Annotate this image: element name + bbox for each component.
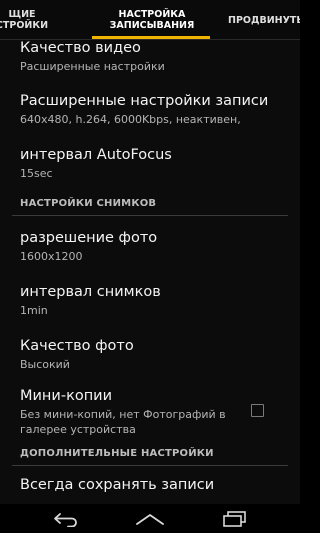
- setting-video-quality[interactable]: Качество видео Расширенные настройки: [20, 40, 290, 74]
- setting-title: Мини-копии: [20, 388, 113, 404]
- setting-summary: Расширенные настройки: [20, 60, 165, 73]
- section-header-photo: НАСТРОЙКИ СНИМКОВ: [20, 198, 157, 209]
- setting-thumbnails[interactable]: Мини-копии Без мини-копий, нет Фотографи…: [20, 388, 290, 437]
- setting-photo-quality[interactable]: Качество фото Высокий: [20, 338, 290, 372]
- setting-title: Качество видео: [20, 40, 141, 56]
- section-header-extra: ДОПОЛНИТЕЛЬНЫЕ НАСТРОЙКИ: [20, 448, 214, 459]
- setting-summary: Высокий: [20, 358, 70, 371]
- setting-autofocus-interval[interactable]: интервал AutoFocus 15sec: [20, 147, 290, 181]
- setting-title: интервал снимков: [20, 284, 161, 300]
- setting-always-save[interactable]: Всегда сохранять записи: [20, 477, 290, 494]
- home-button[interactable]: [130, 508, 170, 530]
- system-nav-bar: [0, 504, 300, 533]
- setting-title: разрешение фото: [20, 230, 158, 246]
- tab-recording-settings[interactable]: НАСТРОЙКА ЗАПИСЫВАНИЯ: [92, 0, 212, 40]
- setting-photo-interval[interactable]: интервал снимков 1min: [20, 284, 290, 318]
- section-divider: [12, 215, 288, 216]
- setting-summary: 640x480, h.264, 6000Kbps, неактивен,: [20, 113, 241, 126]
- section-divider: [12, 465, 288, 466]
- home-icon: [136, 514, 164, 525]
- setting-title: интервал AutoFocus: [20, 147, 172, 163]
- thumbnails-checkbox[interactable]: [251, 404, 264, 417]
- back-icon: [54, 513, 77, 527]
- setting-summary: 1min: [20, 304, 48, 317]
- tab-general-settings[interactable]: ЩИЕ СТРОЙКИ: [0, 0, 58, 40]
- setting-summary: Без мини-копий, нет Фотографий в галерее…: [20, 408, 226, 436]
- back-button[interactable]: [46, 508, 86, 530]
- setting-title: Расширенные настройки записи: [20, 93, 269, 109]
- setting-summary: 1600x1200: [20, 250, 83, 263]
- setting-advanced-record[interactable]: Расширенные настройки записи 640x480, h.…: [20, 93, 290, 127]
- setting-summary: 15sec: [20, 167, 53, 180]
- tab-bar: ЩИЕ СТРОЙКИ НАСТРОЙКА ЗАПИСЫВАНИЯ ПРОДВИ…: [0, 0, 300, 40]
- setting-title: Всегда сохранять записи: [20, 477, 215, 493]
- setting-photo-resolution[interactable]: разрешение фото 1600x1200: [20, 230, 290, 264]
- settings-list: Качество видео Расширенные настройки Рас…: [0, 40, 300, 504]
- recent-apps-icon: [223, 511, 246, 527]
- setting-title: Качество фото: [20, 338, 134, 354]
- tab-advanced[interactable]: ПРОДВИНУТЫ: [228, 0, 300, 40]
- recent-apps-button[interactable]: [214, 508, 254, 530]
